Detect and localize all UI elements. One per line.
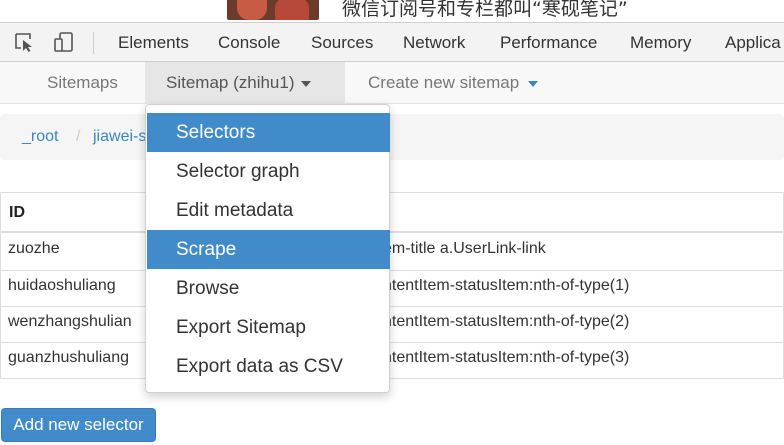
caret-down-icon [300, 80, 311, 87]
page-content-strip: 微信订阅号和专栏都叫“寒砚笔记” [0, 0, 784, 22]
selector-id: zuozhe [8, 240, 60, 257]
selector-id: guanzhushuliang [8, 349, 129, 366]
table-row[interactable]: zuozhe em-title a.UserLink-link [1, 233, 784, 270]
tab-console[interactable]: Console [218, 33, 280, 53]
nav-create-sitemap[interactable]: Create new sitemap [368, 62, 539, 104]
add-new-selector-button[interactable]: Add new selector [1, 408, 156, 442]
devtools-toolbar: Elements Console Sources Network Perform… [0, 22, 784, 62]
breadcrumb-separator: / [76, 128, 81, 145]
tab-memory[interactable]: Memory [630, 33, 691, 53]
table-row[interactable]: guanzhushuliang ntentItem-statusItem:nth… [1, 342, 784, 378]
caret-down-icon [528, 80, 539, 87]
nav-sitemaps[interactable]: Sitemaps [47, 62, 118, 104]
article-thumbnail[interactable] [227, 0, 319, 20]
selector-css: ntentItem-statusItem:nth-of-type(2) [383, 313, 630, 330]
tab-network[interactable]: Network [403, 33, 465, 53]
menu-item-selectors[interactable]: Selectors [147, 113, 390, 152]
selector-css: ntentItem-statusItem:nth-of-type(1) [383, 277, 630, 294]
table-row[interactable]: huidaoshuliang ntentItem-statusItem:nth-… [1, 270, 784, 306]
menu-item-scrape[interactable]: Scrape [147, 230, 390, 269]
menu-item-browse[interactable]: Browse [147, 269, 390, 308]
selector-id: huidaoshuliang [8, 277, 116, 294]
device-toolbar-icon[interactable] [52, 31, 76, 53]
breadcrumb-root[interactable]: _root [22, 128, 58, 146]
tab-elements[interactable]: Elements [118, 33, 189, 53]
thumbnail-figure [237, 0, 267, 20]
breadcrumb: _root / jiawei-s [0, 114, 784, 160]
menu-item-edit-metadata[interactable]: Edit metadata [147, 191, 390, 230]
inspect-element-icon[interactable] [13, 31, 37, 53]
tab-performance[interactable]: Performance [500, 33, 597, 53]
menu-item-export-csv[interactable]: Export data as CSV [147, 347, 390, 386]
tab-application[interactable]: Applica [725, 33, 781, 53]
menu-item-selector-graph[interactable]: Selector graph [147, 152, 390, 191]
nav-sitemap-label: Sitemap (zhihu1) [166, 73, 295, 92]
selector-css: em-title a.UserLink-link [383, 240, 546, 257]
sitemap-dropdown-menu: Selectors Selector graph Edit metadata S… [145, 104, 390, 393]
table-header-row: ID [1, 193, 784, 233]
menu-item-export-sitemap[interactable]: Export Sitemap [147, 308, 390, 347]
column-header-id: ID [9, 204, 25, 221]
tab-sources[interactable]: Sources [311, 33, 373, 53]
selector-id: wenzhangshulian [8, 313, 132, 330]
page-headline[interactable]: 微信订阅号和专栏都叫“寒砚笔记” [342, 0, 628, 21]
toolbar-divider [93, 32, 94, 54]
table-row[interactable]: wenzhangshulian ntentItem-statusItem:nth… [1, 306, 784, 342]
nav-create-label: Create new sitemap [368, 73, 520, 92]
scraper-navbar: Sitemaps Sitemap (zhihu1) Create new sit… [0, 62, 784, 104]
selector-css: ntentItem-statusItem:nth-of-type(3) [383, 349, 630, 366]
nav-sitemap-dropdown[interactable]: Sitemap (zhihu1) [145, 62, 345, 104]
thumbnail-figure [275, 0, 309, 20]
breadcrumb-current[interactable]: jiawei-s [93, 128, 146, 146]
